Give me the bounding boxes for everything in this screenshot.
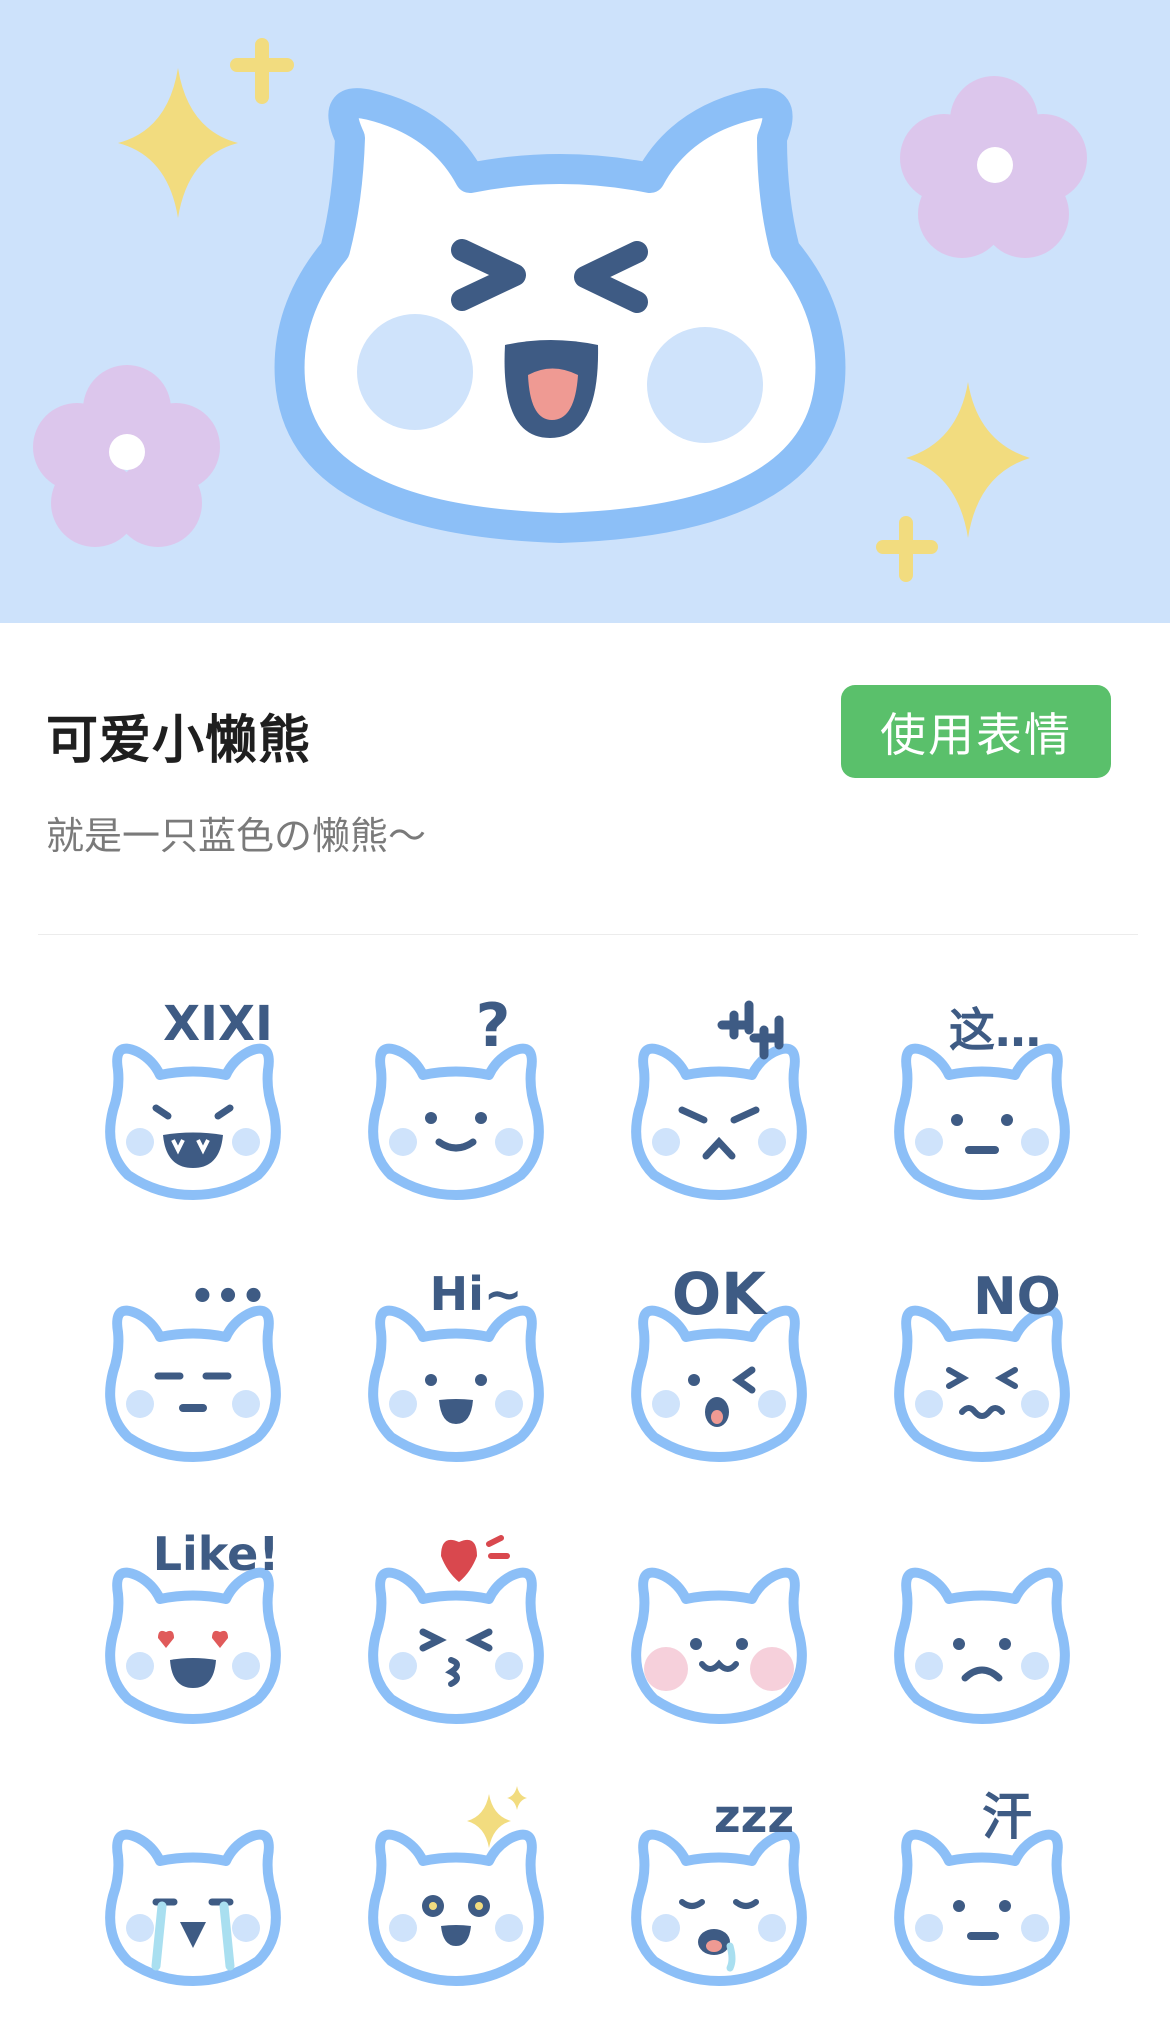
sticker-caption: Like!: [153, 1527, 280, 1581]
sticker-like[interactable]: Like!: [78, 1514, 308, 1744]
sticker-sleep[interactable]: zzz: [604, 1776, 834, 2006]
sticker-caption: zzz: [714, 1789, 794, 1843]
sticker-caption: OK: [672, 1260, 768, 1328]
use-sticker-button[interactable]: 使用表情: [841, 685, 1111, 778]
sticker-caption: XIXI: [163, 996, 273, 1052]
pack-info: 可爱小懒熊 使用表情 就是一只蓝色の懒熊～: [0, 623, 1170, 935]
sticker-kiss[interactable]: [341, 1514, 571, 1744]
sticker-ellipsis[interactable]: •••: [78, 1252, 308, 1482]
flower-icon: [900, 76, 1087, 258]
divider: [38, 934, 1138, 935]
sticker-ok[interactable]: OK: [604, 1252, 834, 1482]
sparkle-icon: [876, 382, 1030, 582]
sticker-caption: Hi~: [430, 1267, 523, 1321]
sticker-blush[interactable]: [604, 1514, 834, 1744]
anger-mark-icon: [717, 1000, 784, 1060]
sticker-sad[interactable]: [867, 1514, 1097, 1744]
sticker-caption: ?: [476, 991, 511, 1061]
pack-title: 可爱小懒熊: [46, 711, 312, 771]
bear-face-icon: [274, 88, 846, 543]
sticker-sweat[interactable]: 汗: [867, 1776, 1097, 2006]
sticker-no[interactable]: NO: [867, 1252, 1097, 1482]
sticker-speechless[interactable]: 这…: [867, 990, 1097, 1220]
sticker-caption: 这…: [949, 1003, 1041, 1057]
sticker-starry[interactable]: [341, 1776, 571, 2006]
sticker-cry[interactable]: [78, 1776, 308, 2006]
pack-description: 就是一只蓝色の懒熊～: [46, 814, 427, 858]
sticker-xixi[interactable]: XIXI: [78, 990, 308, 1220]
sticker-caption: NO: [973, 1267, 1061, 1327]
sticker-caption: •••: [190, 1274, 267, 1320]
pack-banner: [0, 0, 1170, 623]
sparkle-icon: [118, 38, 294, 218]
flower-icon: [33, 365, 220, 547]
sticker-question[interactable]: ?: [341, 990, 571, 1220]
heart-icon: [441, 1535, 510, 1582]
sticker-angry[interactable]: [604, 990, 834, 1220]
sticker-hi[interactable]: Hi~: [341, 1252, 571, 1482]
sticker-caption: 汗: [982, 1788, 1032, 1846]
